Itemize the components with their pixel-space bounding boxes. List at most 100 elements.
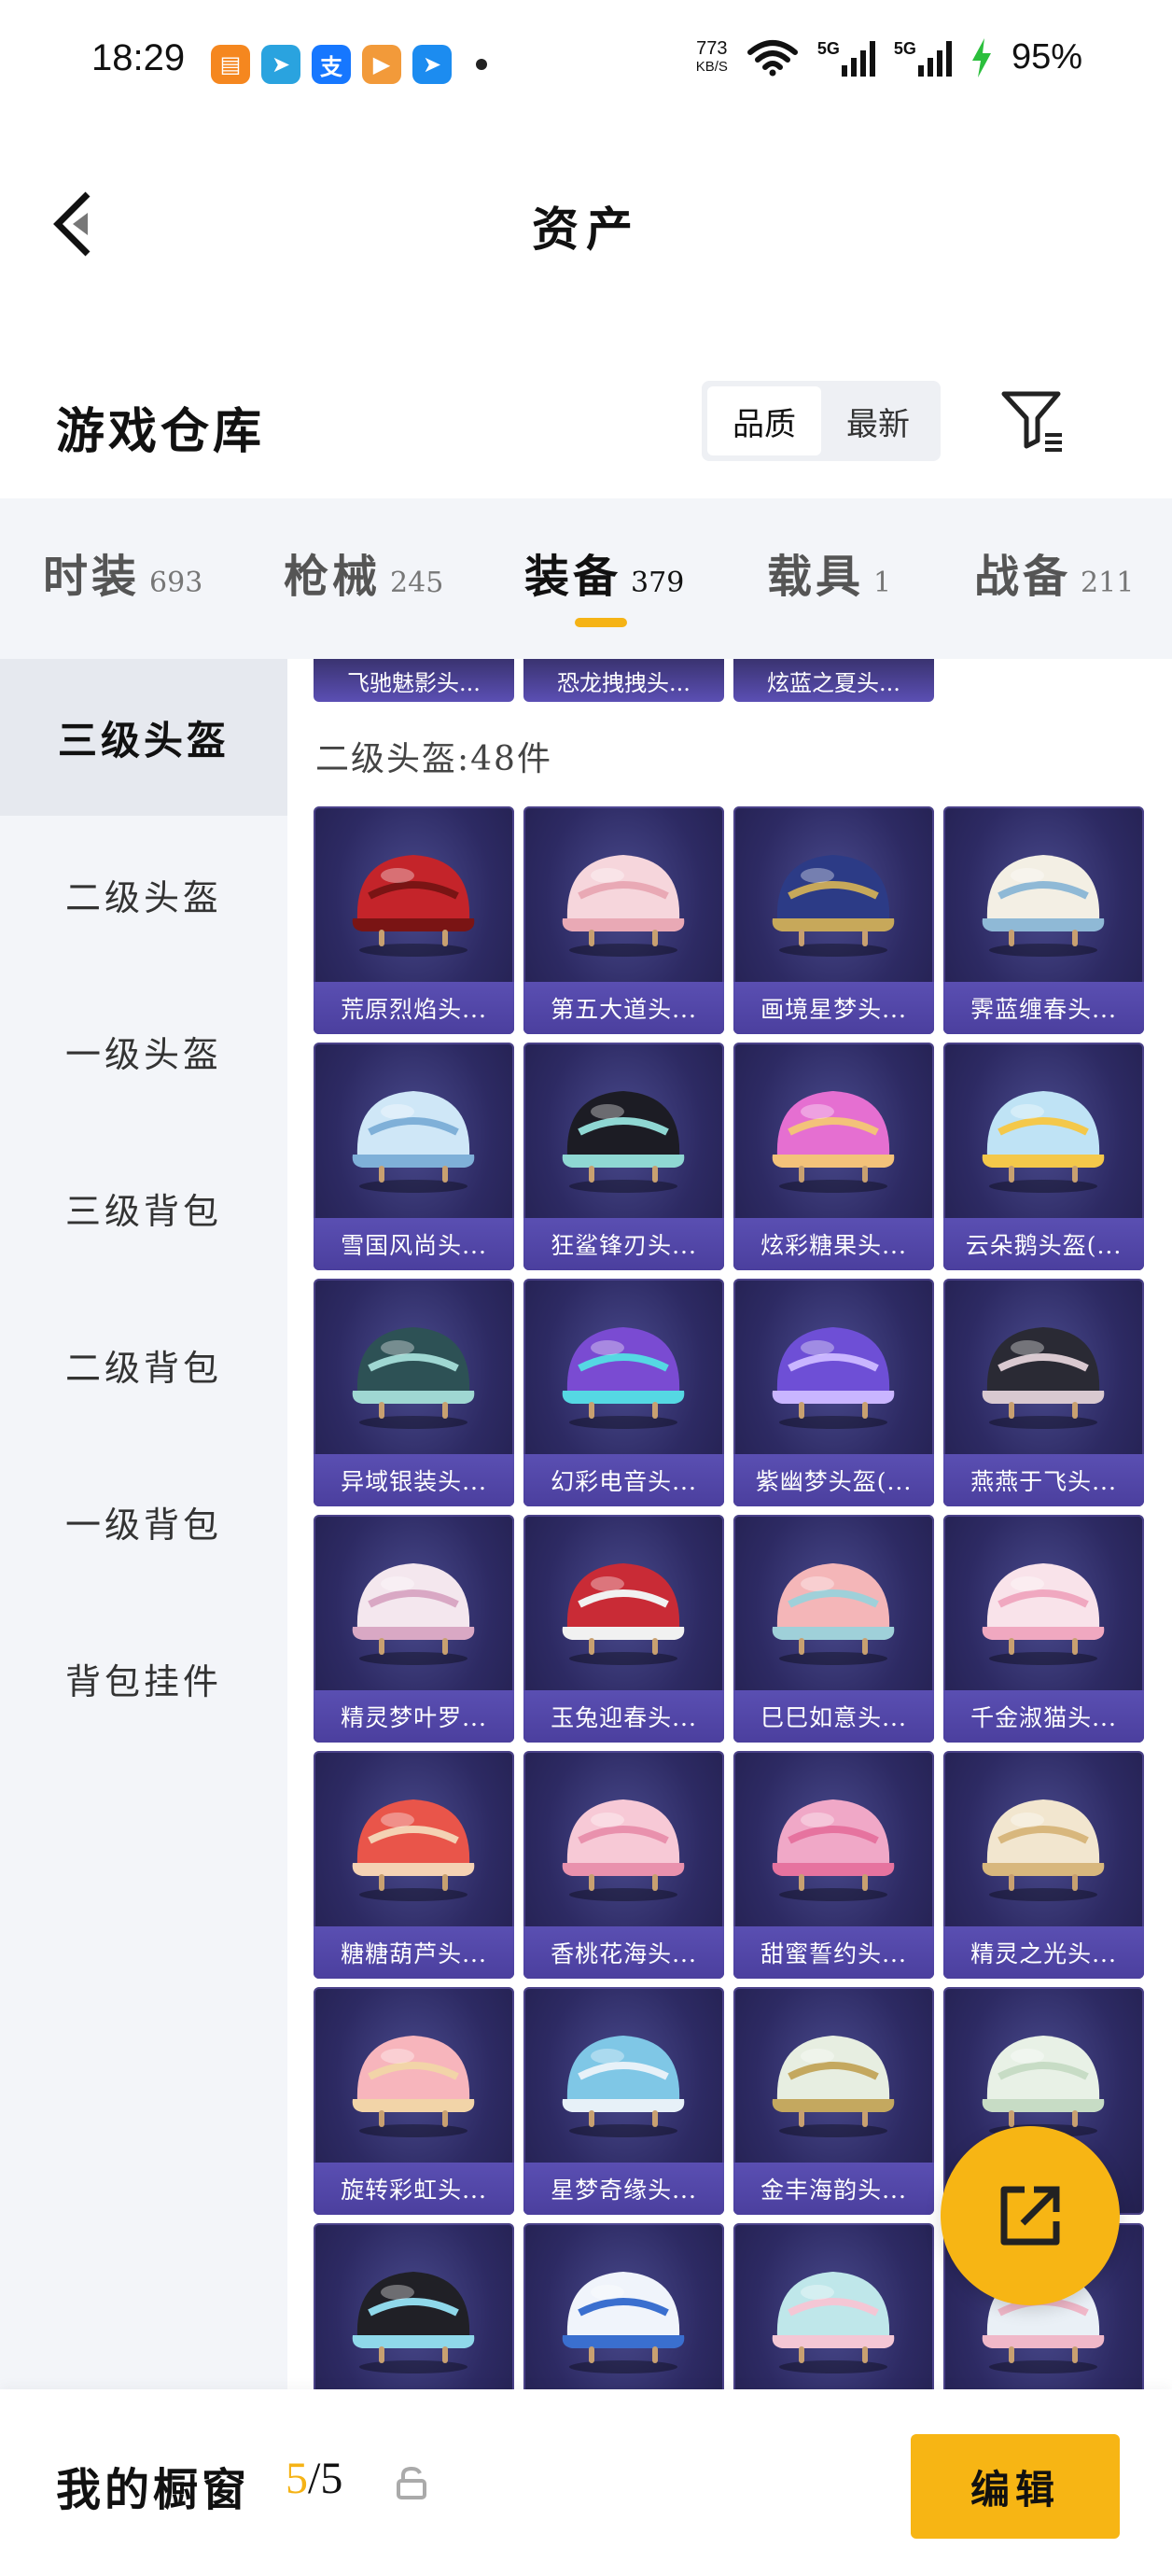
helmet-icon <box>982 1563 1105 1665</box>
helmet-item-card[interactable] <box>523 2223 724 2389</box>
helmet-item-card[interactable]: 玉兔迎春头... <box>523 1515 724 1743</box>
tab-fashion[interactable]: 时装 693 <box>43 539 202 605</box>
helmet-item-card[interactable]: 第五大道头... <box>523 806 724 1034</box>
helmet-item-card[interactable]: 星梦奇缘头... <box>523 1987 724 2215</box>
alipay-app-icon: 支 <box>312 45 351 84</box>
item-name: 燕燕于飞头... <box>943 1454 1144 1506</box>
sidebar-item-level1-helmet[interactable]: 一级头盔 <box>0 973 287 1129</box>
sidebar-item-level3-helmet[interactable]: 三级头盔 <box>0 659 287 816</box>
helmet-item-card[interactable]: 旋转彩虹头... <box>314 1987 514 2215</box>
tab-supplies[interactable]: 战备 211 <box>974 539 1134 605</box>
helmet-item-card[interactable]: 千金淑猫头... <box>943 1515 1144 1743</box>
tab-count: 379 <box>631 567 685 599</box>
helmet-icon <box>352 1799 475 1901</box>
subcategory-sidebar: 三级头盔 二级头盔 一级头盔 三级背包 二级背包 一级背包 背包挂件 <box>0 659 287 2389</box>
network-speed: 773 KB/S <box>696 39 728 77</box>
sidebar-item-level2-backpack[interactable]: 二级背包 <box>0 1286 287 1443</box>
item-name: 霁蓝缠春头... <box>943 982 1144 1034</box>
item-name: 荒原烈焰头... <box>314 982 514 1034</box>
helmet-icon <box>352 1327 475 1429</box>
helmet-item-card[interactable]: 霁蓝缠春头... <box>943 806 1144 1034</box>
sidebar-item-level1-backpack[interactable]: 一级背包 <box>0 1443 287 1600</box>
helmet-item-card[interactable]: 云朵鹅头盔(... <box>943 1043 1144 1270</box>
helmet-item-card[interactable]: 精灵之光头... <box>943 1751 1144 1979</box>
helmet-item-card[interactable]: 甜蜜誓约头... <box>733 1751 934 1979</box>
helmet-item-card[interactable]: 糖糖葫芦头... <box>314 1751 514 1979</box>
sidebar-item-backpack-charm[interactable]: 背包挂件 <box>0 1600 287 1757</box>
books-app-icon: ▤ <box>211 45 250 84</box>
network-speed-unit: KB/S <box>695 58 728 75</box>
helmet-item-card[interactable]: 荒原烈焰头... <box>314 806 514 1034</box>
helmet-icon <box>982 855 1105 957</box>
previous-section-strip: 飞驰魅影头... 恐龙拽拽头... 炫蓝之夏头... <box>314 659 934 702</box>
item-name: 香桃花海头... <box>523 1926 724 1979</box>
helmet-icon <box>982 2036 1105 2137</box>
helmet-item-card[interactable]: 异域银装头... <box>314 1279 514 1506</box>
item-name: 千金淑猫头... <box>943 1690 1144 1743</box>
sort-newest-option[interactable]: 最新 <box>821 386 935 455</box>
helmet-item-card[interactable]: 紫幽梦头盔(... <box>733 1279 934 1506</box>
helmet-icon <box>352 2036 475 2137</box>
helmet-icon <box>982 1799 1105 1901</box>
item-name: 云朵鹅头盔(... <box>943 1218 1144 1270</box>
section-label: 二级头盔:48件 <box>315 740 552 778</box>
item-name: 星梦奇缘头... <box>523 2163 724 2215</box>
helmet-item-card[interactable]: 金丰海韵头... <box>733 1987 934 2215</box>
tab-count: 245 <box>390 567 444 599</box>
sort-quality-option[interactable]: 品质 <box>707 386 821 455</box>
share-button[interactable] <box>941 2126 1120 2305</box>
tab-label: 时装 <box>43 551 141 603</box>
helmet-icon <box>982 1327 1105 1429</box>
item-name: 糖糖葫芦头... <box>314 1926 514 1979</box>
item-name: 异域银装头... <box>314 1454 514 1506</box>
item-card-label[interactable]: 飞驰魅影头... <box>314 659 514 702</box>
item-name: 旋转彩虹头... <box>314 2163 514 2215</box>
tab-vehicles[interactable]: 载具 1 <box>767 539 891 605</box>
item-name: 幻彩电音头... <box>523 1454 724 1506</box>
telegram-app-icon: ➤ <box>261 45 300 84</box>
item-name: 雪国风尚头... <box>314 1218 514 1270</box>
item-name: 精灵梦叶罗... <box>314 1690 514 1743</box>
status-app-icons: ▤ ➤ 支 ▶ ➤ <box>211 45 487 84</box>
helmet-icon <box>772 855 895 957</box>
helmet-icon <box>772 1091 895 1193</box>
sidebar-item-level3-backpack[interactable]: 三级背包 <box>0 1129 287 1286</box>
item-name: 第五大道头... <box>523 982 724 1034</box>
helmet-item-card[interactable]: 燕燕于飞头... <box>943 1279 1144 1506</box>
page-title: 资产 <box>532 202 640 257</box>
helmet-item-card[interactable]: 香桃花海头... <box>523 1751 724 1979</box>
helmet-item-card[interactable]: 炫彩糖果头... <box>733 1043 934 1270</box>
battery-percentage: 95% <box>1011 37 1082 77</box>
more-notifications-dot <box>476 59 487 70</box>
category-tabs: 时装 693 枪械 245 装备 379 载具 1 战备 211 <box>0 498 1172 659</box>
edit-button[interactable]: 编辑 <box>911 2434 1120 2539</box>
helmet-item-card[interactable]: 雪国风尚头... <box>314 1043 514 1270</box>
signal-5g-2-icon: 5G <box>894 39 952 77</box>
helmet-item-card[interactable] <box>314 2223 514 2389</box>
tab-weapons[interactable]: 枪械 245 <box>284 539 443 605</box>
helmet-item-card[interactable]: 画境星梦头... <box>733 806 934 1034</box>
network-speed-value: 773 <box>696 37 728 59</box>
helmet-item-card[interactable]: 精灵梦叶罗... <box>314 1515 514 1743</box>
helmet-item-card[interactable]: 幻彩电音头... <box>523 1279 724 1506</box>
helmet-icon <box>562 855 685 957</box>
helmet-item-card[interactable]: 巳巳如意头... <box>733 1515 934 1743</box>
tab-count: 1 <box>873 567 892 599</box>
helmet-item-card[interactable]: 狂鲨锋刃头... <box>523 1043 724 1270</box>
filter-icon[interactable] <box>1000 388 1066 454</box>
item-card-label[interactable]: 恐龙拽拽头... <box>523 659 724 702</box>
item-card-label[interactable]: 炫蓝之夏头... <box>733 659 934 702</box>
tab-label: 枪械 <box>284 551 382 603</box>
helmet-item-card[interactable] <box>733 2223 934 2389</box>
tab-equipment[interactable]: 装备 379 <box>524 539 684 605</box>
sidebar-item-level2-helmet[interactable]: 二级头盔 <box>0 816 287 973</box>
helmet-icon <box>352 2272 475 2373</box>
item-name: 紫幽梦头盔(... <box>733 1454 934 1506</box>
tab-count: 211 <box>1081 567 1135 599</box>
tab-count: 693 <box>149 567 203 599</box>
showcase-current: 5 <box>286 2454 308 2503</box>
status-time: 18:29 <box>91 37 186 78</box>
status-indicators: 773 KB/S 5G 5G 95% <box>696 37 1082 77</box>
signal-5g-1-icon: 5G <box>817 39 875 77</box>
item-name: 甜蜜誓约头... <box>733 1926 934 1979</box>
